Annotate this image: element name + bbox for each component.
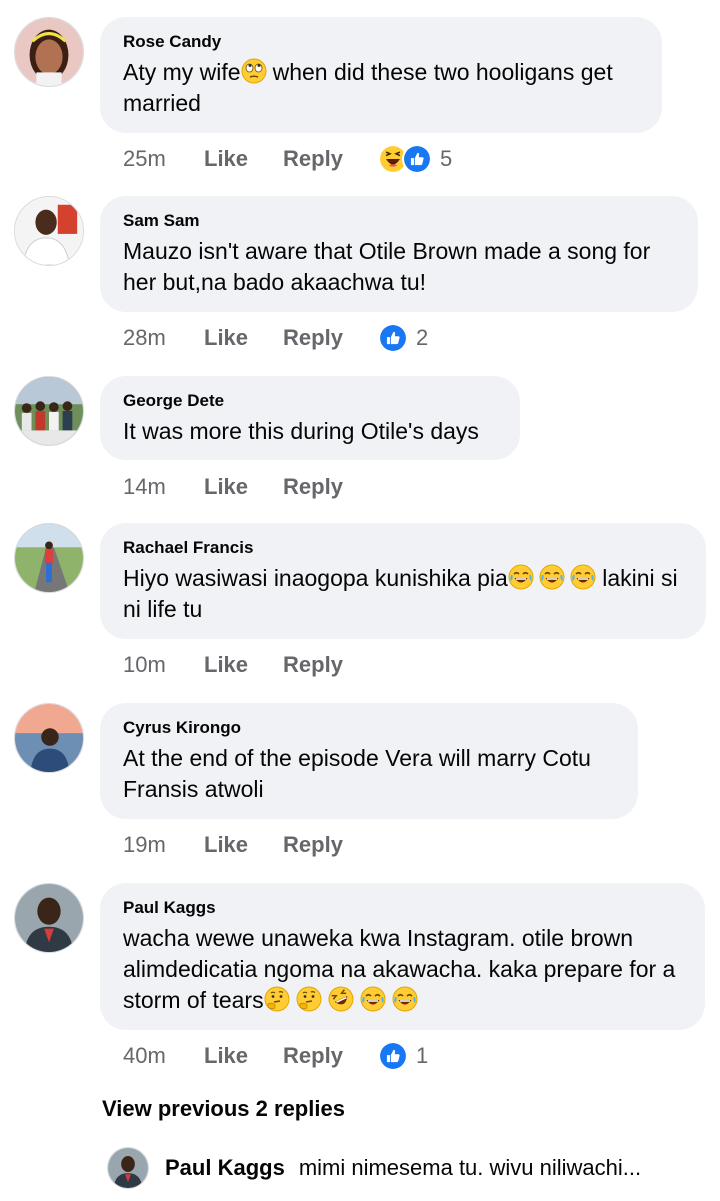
reaction-count: 2 bbox=[415, 325, 429, 350]
comment-actions: 25m Like Reply 5 bbox=[123, 144, 452, 174]
comment-author[interactable]: Rachael Francis bbox=[123, 539, 682, 557]
man-red-avatar[interactable] bbox=[107, 1147, 149, 1189]
comment-author[interactable]: Cyrus Kirongo bbox=[123, 719, 614, 737]
reply-button[interactable]: Reply bbox=[283, 832, 343, 858]
timestamp[interactable]: 14m bbox=[123, 474, 204, 500]
like-button[interactable]: Like bbox=[204, 146, 248, 172]
man-white-shirt-avatar[interactable] bbox=[14, 196, 84, 266]
comment-text: Aty my wife when did these two hooligans … bbox=[123, 57, 638, 119]
reply-preview[interactable]: Paul Kaggs mimi nimesema tu. wivu niliwa… bbox=[107, 1147, 669, 1189]
man-red-avatar[interactable] bbox=[14, 883, 84, 953]
comment-author[interactable]: George Dete bbox=[123, 392, 496, 410]
reaction-summary[interactable]: 5 bbox=[377, 144, 453, 174]
rolling-laughing-emoji-icon bbox=[328, 986, 354, 1012]
like-button[interactable]: Like bbox=[204, 1043, 248, 1069]
timestamp[interactable]: 28m bbox=[123, 325, 204, 351]
reply-button[interactable]: Reply bbox=[283, 1043, 343, 1069]
reply-button[interactable]: Reply bbox=[283, 325, 343, 351]
view-previous-replies-link[interactable]: View previous 2 replies bbox=[102, 1096, 345, 1122]
comment-actions: 14m Like Reply bbox=[123, 472, 378, 502]
comment-text: It was more this during Otile's days bbox=[123, 418, 479, 444]
comment-text: Hiyo wasiwasi inaogopa kunishika pia lak… bbox=[123, 563, 682, 625]
comment-text: wacha wewe unaweka kwa Instagram. otile … bbox=[123, 923, 681, 1016]
timestamp[interactable]: 19m bbox=[123, 832, 204, 858]
woman-avatar[interactable] bbox=[14, 17, 84, 87]
tears-of-joy-emoji-icon bbox=[508, 564, 534, 590]
comment-text: At the end of the episode Vera will marr… bbox=[123, 745, 591, 802]
like-reaction-icon bbox=[401, 144, 432, 174]
like-reaction-icon bbox=[377, 323, 408, 353]
like-button[interactable]: Like bbox=[204, 832, 248, 858]
tears-of-joy-emoji-icon bbox=[392, 986, 418, 1012]
comment-author[interactable]: Rose Candy bbox=[123, 33, 638, 51]
like-button[interactable]: Like bbox=[204, 652, 248, 678]
sunset-man-avatar[interactable] bbox=[14, 703, 84, 773]
reply-button[interactable]: Reply bbox=[283, 146, 343, 172]
comment-actions: 10m Like Reply bbox=[123, 650, 378, 680]
thinking-emoji-icon bbox=[264, 986, 290, 1012]
reply-button[interactable]: Reply bbox=[283, 652, 343, 678]
comment-text: Mauzo isn't aware that Otile Brown made … bbox=[123, 238, 651, 295]
comment-bubble: Paul Kaggs wacha wewe unaweka kwa Instag… bbox=[100, 883, 705, 1030]
reaction-count: 1 bbox=[415, 1043, 429, 1068]
like-button[interactable]: Like bbox=[204, 325, 248, 351]
reply-text: mimi nimesema tu. wivu niliwachi... bbox=[298, 1155, 642, 1180]
comment-actions: 19m Like Reply bbox=[123, 830, 378, 860]
reply-button[interactable]: Reply bbox=[283, 474, 343, 500]
reaction-summary[interactable]: 2 bbox=[377, 323, 429, 353]
comment-bubble: Sam Sam Mauzo isn't aware that Otile Bro… bbox=[100, 196, 698, 312]
like-reaction-icon bbox=[377, 1041, 408, 1071]
thinking-emoji-icon bbox=[296, 986, 322, 1012]
reply-author[interactable]: Paul Kaggs bbox=[165, 1155, 285, 1181]
comment-bubble: Cyrus Kirongo At the end of the episode … bbox=[100, 703, 638, 819]
timestamp[interactable]: 25m bbox=[123, 146, 204, 172]
eye-roll-emoji-icon bbox=[241, 58, 267, 84]
comment-actions: 40m Like Reply 1 bbox=[123, 1041, 428, 1071]
reaction-count: 5 bbox=[439, 146, 453, 171]
comment-bubble: George Dete It was more this during Otil… bbox=[100, 376, 520, 460]
tears-of-joy-emoji-icon bbox=[570, 564, 596, 590]
comment-author[interactable]: Paul Kaggs bbox=[123, 899, 681, 917]
group-photo-avatar[interactable] bbox=[14, 376, 84, 446]
timestamp[interactable]: 40m bbox=[123, 1043, 204, 1069]
comment-actions: 28m Like Reply 2 bbox=[123, 323, 428, 353]
comment-text-part: Aty my wife bbox=[123, 59, 241, 85]
timestamp[interactable]: 10m bbox=[123, 652, 204, 678]
reaction-summary[interactable]: 1 bbox=[377, 1041, 429, 1071]
comment-bubble: Rose Candy Aty my wife when did these two… bbox=[100, 17, 662, 133]
tears-of-joy-emoji-icon bbox=[360, 986, 386, 1012]
tears-of-joy-emoji-icon bbox=[539, 564, 565, 590]
comment-bubble: Rachael Francis Hiyo wasiwasi inaogopa k… bbox=[100, 523, 706, 639]
comment-text-part: Hiyo wasiwasi inaogopa kunishika pia bbox=[123, 565, 508, 591]
like-button[interactable]: Like bbox=[204, 474, 248, 500]
comment-author[interactable]: Sam Sam bbox=[123, 212, 674, 230]
road-avatar[interactable] bbox=[14, 523, 84, 593]
